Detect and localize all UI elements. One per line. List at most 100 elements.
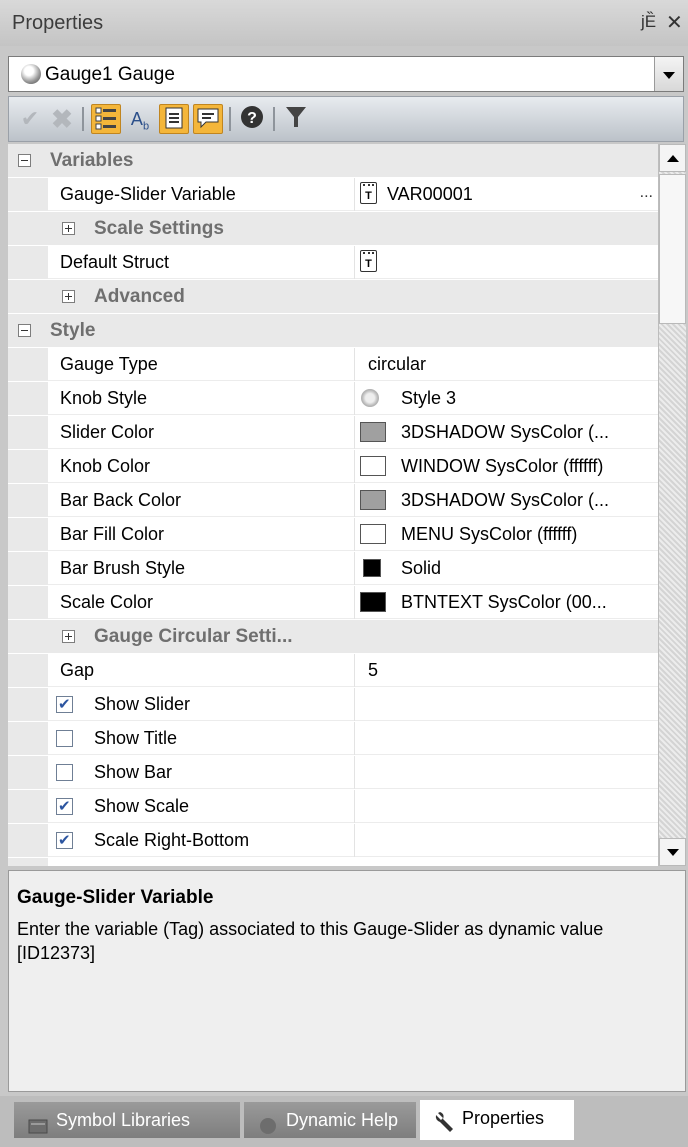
collapse-icon[interactable] xyxy=(18,324,31,337)
alphabetical-icon[interactable]: Ab xyxy=(125,104,155,134)
row-gutter xyxy=(8,246,48,279)
property-name: Bar Brush Style xyxy=(60,558,186,578)
property-name: Knob Style xyxy=(60,388,148,408)
property-row-bar-brush-style[interactable]: Bar Brush Style Solid xyxy=(8,552,658,585)
panel-title: Properties xyxy=(12,12,104,34)
property-row-show-slider[interactable]: Show Slider xyxy=(8,688,658,721)
show-scale-checkbox[interactable] xyxy=(56,797,73,815)
property-row-bar-back-color[interactable]: Bar Back Color 3DSHADOW SysColor (... xyxy=(8,484,658,517)
property-value[interactable]: Solid xyxy=(354,552,658,585)
property-value[interactable]: circular xyxy=(354,348,658,381)
svg-text:?: ? xyxy=(247,110,257,127)
color-swatch xyxy=(360,456,386,476)
property-value-text: BTNTEXT SysColor (00... xyxy=(401,592,607,612)
property-value[interactable]: 5 xyxy=(354,654,658,687)
library-icon xyxy=(28,1111,48,1134)
scroll-thumb[interactable] xyxy=(659,174,686,324)
property-value[interactable]: BTNTEXT SysColor (00... xyxy=(354,586,658,619)
expand-icon[interactable] xyxy=(62,290,75,303)
property-value[interactable] xyxy=(354,688,658,721)
property-row-knob-style[interactable]: Knob Style Style 3 xyxy=(8,382,658,415)
cancel-x-icon[interactable]: ✖ xyxy=(47,104,77,134)
property-value[interactable]: 3DSHADOW SysColor (... xyxy=(354,484,658,517)
property-row-show-bar[interactable]: Show Bar xyxy=(8,756,658,789)
filter-icon[interactable] xyxy=(281,104,311,134)
property-row-knob-color[interactable]: Knob Color WINDOW SysColor (ffffff) xyxy=(8,450,658,483)
toolbar-separator xyxy=(273,107,275,131)
apply-check-icon[interactable]: ✔ xyxy=(15,104,45,134)
property-value-text: 3DSHADOW SysColor (... xyxy=(401,422,610,442)
expand-icon[interactable] xyxy=(62,222,75,235)
property-row-gauge-slider-variable[interactable]: Gauge-Slider Variable T VAR00001 ... xyxy=(8,178,658,211)
property-row-show-scale[interactable]: Show Scale xyxy=(8,790,658,823)
property-value[interactable] xyxy=(354,790,658,823)
property-row-gauge-type[interactable]: Gauge Type circular xyxy=(8,348,658,381)
category-gauge-circular-settings[interactable]: Gauge Circular Setti... xyxy=(8,620,658,653)
property-row-gap[interactable]: Gap 5 xyxy=(8,654,658,687)
tag-icon: T xyxy=(360,250,377,272)
property-value[interactable]: T xyxy=(354,246,658,279)
property-value[interactable]: 3DSHADOW SysColor (... xyxy=(354,416,658,449)
color-swatch xyxy=(360,592,386,612)
property-row-default-struct[interactable]: Default Struct T xyxy=(8,246,658,279)
category-style[interactable]: Style xyxy=(8,314,658,347)
gauge-icon xyxy=(21,64,41,84)
property-pages-icon[interactable] xyxy=(159,104,189,134)
collapse-icon[interactable] xyxy=(18,154,31,167)
property-value[interactable] xyxy=(354,824,658,857)
category-scale-settings[interactable]: Scale Settings xyxy=(8,212,658,245)
toolbar-separator xyxy=(229,107,231,131)
description-title: Gauge-Slider Variable xyxy=(17,887,214,908)
events-icon[interactable] xyxy=(193,104,223,134)
grid-scrollbar[interactable] xyxy=(658,144,686,866)
scroll-up-icon[interactable] xyxy=(659,144,686,172)
property-name: Knob Color xyxy=(60,456,151,476)
tab-symbol-libraries[interactable]: Symbol Libraries xyxy=(14,1102,240,1138)
property-value[interactable] xyxy=(354,722,658,755)
tab-properties[interactable]: Properties xyxy=(420,1100,574,1140)
row-gutter xyxy=(8,518,48,551)
row-gutter xyxy=(8,756,48,789)
close-icon[interactable]: ✕ xyxy=(666,10,683,35)
property-row-bar-fill-color[interactable]: Bar Fill Color MENU SysColor (ffffff) xyxy=(8,518,658,551)
show-bar-checkbox[interactable] xyxy=(56,764,73,781)
property-value[interactable]: MENU SysColor (ffffff) xyxy=(354,518,658,551)
properties-toolbar: ✔ ✖ Ab ? xyxy=(8,96,684,142)
color-swatch xyxy=(360,422,386,442)
row-gutter xyxy=(8,688,48,721)
property-value-text: Style 3 xyxy=(401,388,457,408)
row-gutter xyxy=(8,858,48,866)
property-name: Bar Back Color xyxy=(60,490,182,510)
category-variables[interactable]: Variables xyxy=(8,144,658,177)
chevron-down-icon[interactable] xyxy=(654,57,683,91)
category-label: Variables xyxy=(50,150,134,171)
property-value[interactable] xyxy=(354,756,658,789)
scroll-down-icon[interactable] xyxy=(659,838,686,866)
browse-button[interactable]: ... xyxy=(640,184,653,202)
property-row-slider-color[interactable]: Slider Color 3DSHADOW SysColor (... xyxy=(8,416,658,449)
property-row-show-title[interactable]: Show Title xyxy=(8,722,658,755)
brush-swatch xyxy=(363,559,381,577)
show-title-checkbox[interactable] xyxy=(56,730,73,747)
tab-dynamic-help[interactable]: Dynamic Help xyxy=(244,1102,416,1138)
scale-right-bottom-checkbox[interactable] xyxy=(56,831,73,849)
property-value[interactable]: WINDOW SysColor (ffffff) xyxy=(354,450,658,483)
property-value[interactable]: T VAR00001 ... xyxy=(354,178,658,211)
property-value[interactable]: Style 3 xyxy=(354,382,658,415)
object-selector-value: Gauge1 Gauge xyxy=(45,64,175,85)
category-label: Scale Settings xyxy=(94,218,224,239)
object-selector[interactable]: Gauge1 Gauge xyxy=(8,56,684,92)
row-gutter xyxy=(8,348,48,381)
categorized-icon[interactable] xyxy=(91,104,121,134)
property-name: Slider Color xyxy=(60,422,155,442)
pin-icon[interactable]: јȄ xyxy=(641,12,656,32)
show-slider-checkbox[interactable] xyxy=(56,695,73,713)
tag-icon: T xyxy=(360,182,377,204)
property-name: Default Struct xyxy=(60,252,170,272)
help-icon[interactable]: ? xyxy=(237,104,267,134)
property-name: Show Slider xyxy=(94,694,191,714)
property-row-scale-color[interactable]: Scale Color BTNTEXT SysColor (00... xyxy=(8,586,658,619)
property-row-scale-right-bottom[interactable]: Scale Right-Bottom xyxy=(8,824,658,857)
expand-icon[interactable] xyxy=(62,630,75,643)
category-advanced[interactable]: Advanced xyxy=(8,280,658,313)
